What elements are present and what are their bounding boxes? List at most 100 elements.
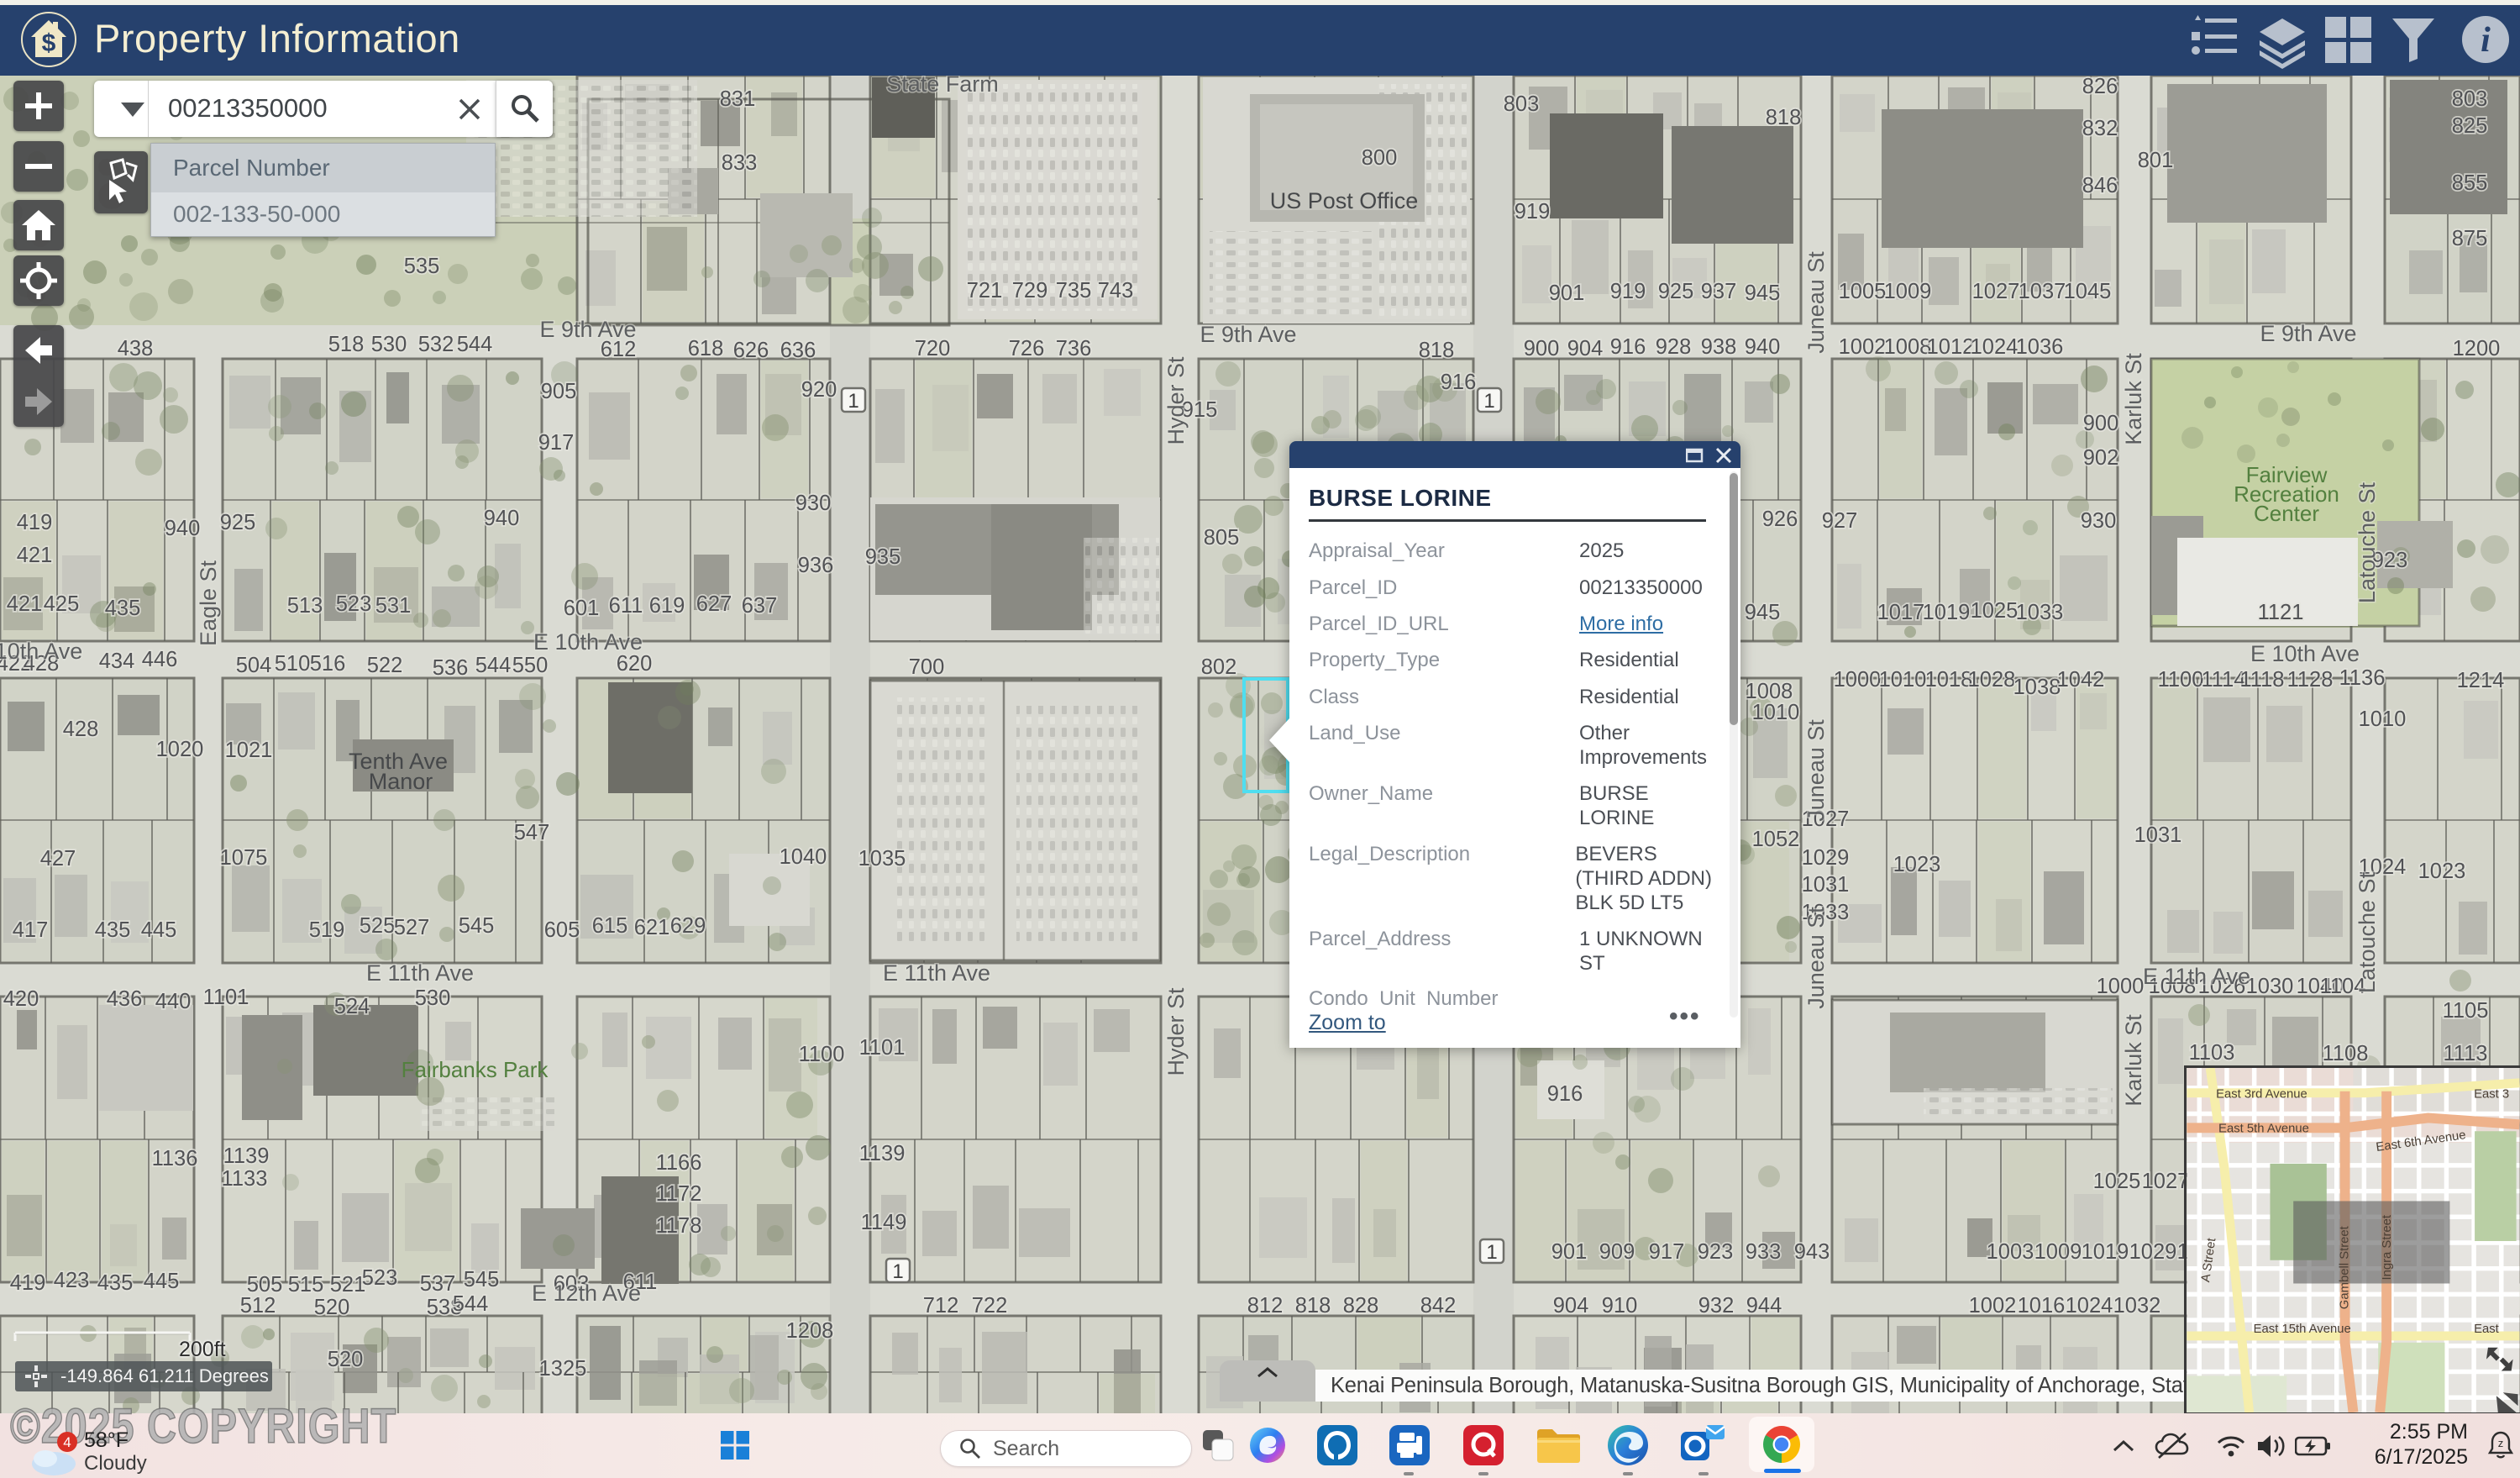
svg-text:1133: 1133 (222, 1167, 268, 1191)
svg-text:712: 712 (923, 1294, 959, 1318)
svg-text:803: 803 (1504, 92, 1540, 116)
svg-text:1037: 1037 (2019, 280, 2066, 303)
svg-text:943: 943 (1794, 1240, 1830, 1264)
svg-text:901: 901 (1549, 281, 1585, 305)
svg-text:E 9th Ave: E 9th Ave (2260, 321, 2356, 346)
svg-text:E 11th Ave: E 11th Ave (883, 960, 990, 986)
svg-text:Ingra Street: Ingra Street (2381, 1214, 2394, 1280)
svg-text:425: 425 (44, 592, 80, 616)
svg-text:1023: 1023 (2418, 860, 2466, 883)
svg-text:4: 4 (63, 1434, 71, 1450)
svg-text:1023: 1023 (1893, 853, 1941, 876)
svg-text:E 11th Ave: E 11th Ave (2143, 964, 2250, 989)
svg-text:420: 420 (3, 987, 39, 1011)
svg-text:700: 700 (909, 655, 945, 679)
svg-text:1052: 1052 (1752, 828, 1800, 851)
svg-text:518: 518 (328, 333, 365, 356)
svg-text:1: 1 (1486, 1241, 1497, 1264)
svg-text:825: 825 (2452, 114, 2488, 138)
svg-text:427: 427 (40, 847, 76, 870)
svg-text:435: 435 (105, 597, 141, 620)
svg-text:1200: 1200 (2453, 337, 2501, 360)
svg-text:515: 515 (288, 1273, 324, 1297)
svg-text:434: 434 (99, 650, 135, 673)
svg-text:1: 1 (892, 1260, 903, 1283)
svg-text:627: 627 (696, 592, 732, 616)
svg-text:904: 904 (1553, 1294, 1589, 1318)
svg-text:743: 743 (1098, 279, 1134, 302)
svg-text:E 10th Ave: E 10th Ave (533, 629, 643, 655)
svg-text:1018: 1018 (1925, 668, 1973, 692)
svg-text:1008: 1008 (1884, 335, 1932, 359)
svg-text:428: 428 (63, 718, 99, 741)
svg-text:East 3rd Avenue: East 3rd Avenue (2216, 1088, 2307, 1102)
svg-text:Karluk St: Karluk St (2121, 353, 2146, 445)
svg-text:611: 611 (609, 594, 643, 618)
svg-text:530: 530 (371, 333, 407, 356)
svg-text:1027: 1027 (2142, 1170, 2190, 1193)
svg-text:Center: Center (2254, 501, 2319, 526)
svg-text:1: 1 (848, 390, 858, 413)
svg-text:519: 519 (309, 918, 345, 942)
svg-text:1017: 1017 (1877, 601, 1925, 624)
svg-text:1012: 1012 (1927, 335, 1975, 359)
svg-text:721: 721 (967, 279, 1003, 302)
svg-text:945: 945 (1745, 281, 1781, 305)
svg-text:1149: 1149 (861, 1211, 907, 1234)
svg-text:636: 636 (780, 339, 816, 362)
svg-text:833: 833 (722, 151, 758, 175)
svg-text:1000: 1000 (2097, 975, 2145, 998)
svg-text:E 10th Ave: E 10th Ave (2250, 641, 2360, 666)
svg-text:1009: 1009 (2034, 1240, 2082, 1264)
svg-text:435: 435 (95, 918, 131, 942)
svg-text:916: 916 (1610, 335, 1646, 359)
svg-text:535: 535 (404, 255, 440, 278)
svg-text:Latouche St: Latouche St (2355, 481, 2380, 603)
svg-text:605: 605 (544, 918, 580, 942)
svg-text:637: 637 (742, 594, 778, 618)
svg-text:1208: 1208 (786, 1319, 834, 1343)
svg-text:445: 445 (141, 918, 177, 942)
svg-text:1010: 1010 (2359, 707, 2407, 731)
svg-text:417: 417 (13, 918, 49, 942)
svg-text:East: East (2474, 1323, 2500, 1336)
svg-text:919: 919 (1610, 280, 1646, 303)
svg-text:532: 532 (418, 333, 454, 356)
svg-text:1038: 1038 (2013, 676, 2061, 699)
svg-text:910: 910 (1602, 1294, 1638, 1318)
svg-text:928: 928 (1656, 335, 1692, 359)
svg-text:846: 846 (2082, 174, 2118, 197)
svg-text:544: 544 (453, 1292, 489, 1316)
svg-text:904: 904 (1567, 337, 1604, 360)
svg-text:Hyder St: Hyder St (1163, 356, 1189, 445)
svg-text:940: 940 (484, 507, 520, 530)
svg-text:505: 505 (247, 1273, 283, 1297)
svg-text:930: 930 (2081, 509, 2117, 533)
svg-text:Hyder St: Hyder St (1163, 987, 1189, 1076)
svg-text:926: 926 (1762, 508, 1798, 531)
svg-text:1031: 1031 (1802, 873, 1850, 897)
svg-text:1027: 1027 (1972, 280, 2020, 303)
svg-text:$: $ (42, 29, 56, 57)
svg-text:826: 826 (2082, 75, 2118, 98)
svg-text:1100: 1100 (799, 1043, 845, 1066)
svg-text:1105: 1105 (2443, 999, 2489, 1023)
svg-text:1032: 1032 (2113, 1294, 2161, 1318)
svg-text:Latouche St: Latouche St (2355, 871, 2380, 993)
svg-text:1020: 1020 (156, 738, 204, 761)
svg-text:801: 801 (2138, 149, 2174, 172)
svg-text:440: 440 (155, 990, 192, 1013)
svg-text:720: 720 (915, 337, 951, 360)
svg-text:536: 536 (433, 656, 469, 680)
svg-text:1009: 1009 (1884, 280, 1932, 303)
svg-text:550: 550 (512, 654, 549, 677)
svg-text:521: 521 (330, 1273, 366, 1297)
svg-text:831: 831 (720, 87, 756, 111)
svg-text:1040: 1040 (780, 845, 827, 869)
svg-text:Juneau St: Juneau St (1803, 251, 1829, 354)
svg-text:1045: 1045 (2064, 280, 2112, 303)
svg-text:842: 842 (1420, 1294, 1457, 1318)
svg-text:729: 729 (1012, 279, 1048, 302)
svg-text:537: 537 (420, 1272, 456, 1296)
svg-text:530: 530 (415, 986, 451, 1010)
